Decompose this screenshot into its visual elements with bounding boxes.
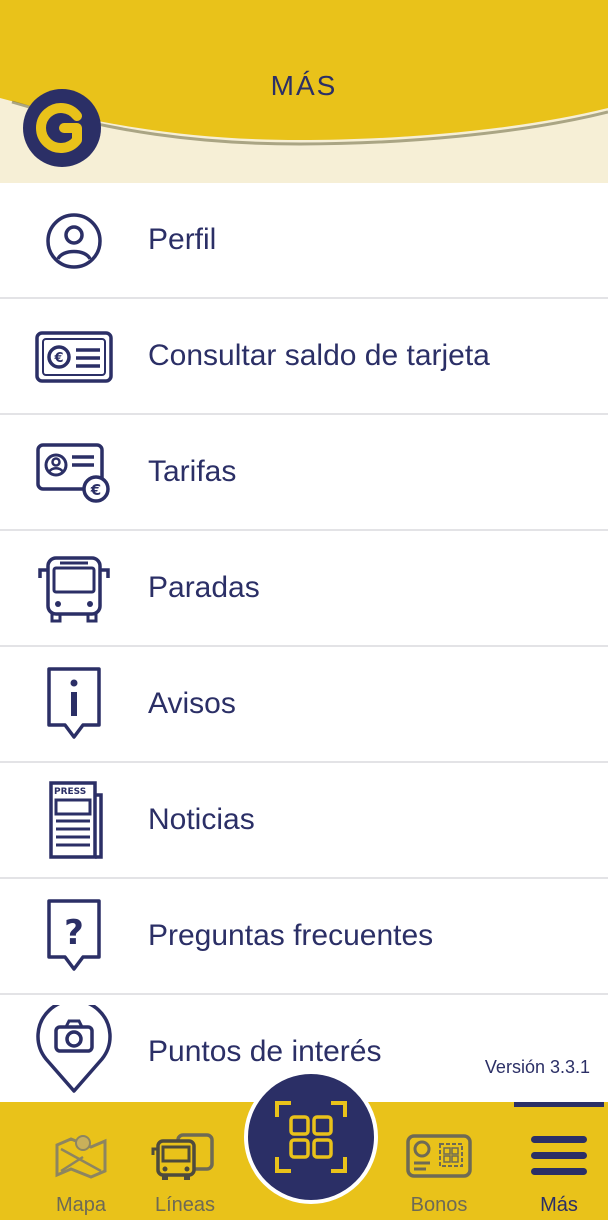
menu-item-label: Avisos <box>148 687 236 720</box>
bus-icon <box>34 553 114 625</box>
camera-pin-icon <box>34 1005 114 1095</box>
question-icon: ? <box>34 899 114 973</box>
menu-item-avisos[interactable]: Avisos <box>0 647 608 763</box>
app-header: MÁS <box>0 0 608 183</box>
menu-item-label: Noticias <box>148 803 255 836</box>
menu-item-perfil[interactable]: Perfil <box>0 183 608 299</box>
euro-card-icon: € <box>34 321 114 393</box>
svg-text:€: € <box>90 481 101 499</box>
nav-item-bonos[interactable]: Bonos <box>384 1102 494 1220</box>
menu-item-tarifas[interactable]: € Tarifas <box>0 415 608 531</box>
app-logo-icon[interactable] <box>22 88 102 168</box>
app-version: Versión 3.3.1 <box>484 1057 590 1077</box>
svg-text:PRESS: PRESS <box>54 787 86 797</box>
qr-scan-icon <box>275 1101 347 1173</box>
pass-card-icon <box>384 1130 494 1182</box>
menu-item-consultar-saldo[interactable]: € Consultar saldo de tarjeta <box>0 299 608 415</box>
fare-card-icon: € <box>34 437 114 509</box>
menu-item-label: Preguntas frecuentes <box>148 919 434 952</box>
menu-item-label: Perfil <box>148 223 217 256</box>
nav-label: Bonos <box>410 1194 468 1216</box>
menu-item-label: Paradas <box>148 571 260 604</box>
nav-label: Más <box>540 1194 578 1216</box>
nav-label: Mapa <box>55 1194 107 1216</box>
hamburger-menu-icon <box>504 1130 608 1182</box>
newspaper-icon: PRESS <box>34 781 114 859</box>
buses-icon <box>130 1130 240 1182</box>
svg-text:€: € <box>53 351 63 366</box>
map-icon <box>26 1130 136 1182</box>
user-profile-icon <box>34 205 114 277</box>
menu-item-label: Tarifas <box>148 455 237 488</box>
nav-item-lineas[interactable]: Líneas <box>130 1102 240 1220</box>
menu-list: Perfil € Consultar saldo de tarjeta € Ta… <box>0 183 608 1109</box>
menu-item-preguntas-frecuentes[interactable]: ? Preguntas frecuentes <box>0 879 608 995</box>
menu-item-noticias[interactable]: PRESS Noticias <box>0 763 608 879</box>
menu-item-paradas[interactable]: Paradas <box>0 531 608 647</box>
svg-text:?: ? <box>64 913 84 953</box>
nav-item-mapa[interactable]: Mapa <box>26 1102 136 1220</box>
nav-item-mas[interactable]: Más <box>504 1102 608 1220</box>
info-alert-icon <box>34 667 114 741</box>
active-tab-indicator <box>514 1102 604 1107</box>
menu-item-label: Consultar saldo de tarjeta <box>148 339 490 372</box>
qr-scan-button[interactable] <box>244 1070 378 1204</box>
nav-label: Líneas <box>154 1194 216 1216</box>
